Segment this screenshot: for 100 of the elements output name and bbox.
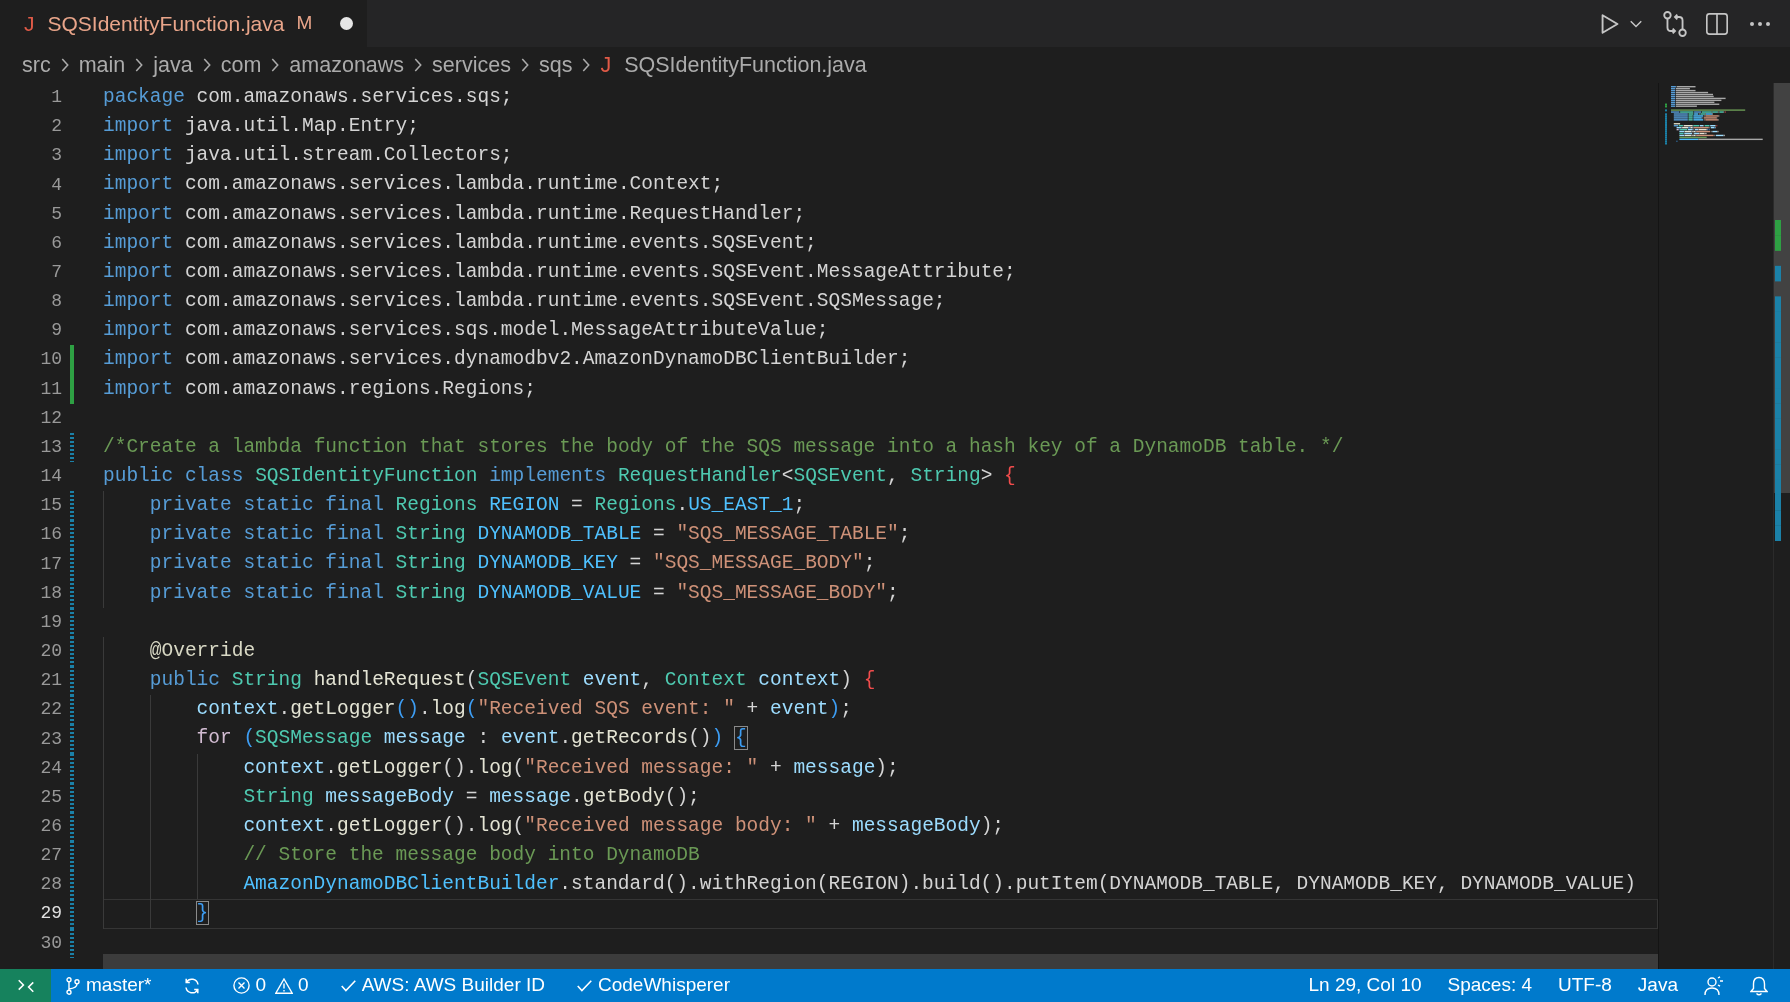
code-line: import com.amazonaws.services.dynamodbv2.AmazonDynamoDBClientBuilder; (103, 347, 911, 373)
line-number: 2 (50, 115, 62, 139)
line-number: 6 (50, 231, 62, 255)
code-line: private static final String DYNAMODB_TABLE = "SQS_MESSAGE_TABLE"; (149, 522, 911, 548)
line-number: 7 (50, 261, 62, 284)
code-line: for (SQSMessage message : event.getRecords()) { (196, 726, 747, 752)
line-number: 29 (39, 902, 62, 926)
chevron-right-icon (60, 58, 69, 72)
line-number: 17 (39, 552, 62, 576)
line-number: 5 (50, 202, 62, 226)
code-line: private static final String DYNAMODB_VALUE = "SQS_MESSAGE_BODY"; (149, 580, 899, 606)
run-icon[interactable] (1601, 13, 1619, 34)
line-number: 18 (39, 581, 62, 605)
code-line: package com.amazonaws.services.sqs; (103, 84, 513, 110)
minimap-drawing[interactable] (1665, 86, 1763, 145)
branch-icon (66, 976, 80, 995)
line-number: 12 (39, 406, 62, 430)
line-number: 23 (39, 727, 62, 751)
line-number: 4 (50, 173, 62, 197)
person-icon[interactable] (1704, 975, 1724, 996)
line-number: 14 (39, 465, 62, 489)
line-number: 9 (50, 319, 62, 343)
code-line: import com.amazonaws.services.lambda.runtime.events.SQSEvent.MessageAttribute; (103, 259, 1016, 285)
status-bar-item[interactable]: CodeWhisperer (577, 971, 730, 1000)
code-line: public class SQSIdentityFunction implements RequestHandler<SQSEvent, String> { (103, 464, 1016, 489)
code-line: import com.amazonaws.services.lambda.runtime.RequestHandler; (103, 201, 806, 227)
line-number: 25 (39, 785, 62, 809)
line-number: 28 (39, 873, 62, 897)
chevron-right-icon (271, 58, 280, 72)
line-number: 13 (39, 435, 62, 459)
chevron-right-icon (202, 58, 211, 72)
chevron-right-icon (135, 58, 144, 72)
code-line: public String handleRequest(SQSEvent event, Context context) { (149, 668, 876, 694)
breadcrumb-item[interactable]: java (153, 48, 193, 82)
horizontal-scrollbar-thumb[interactable] (103, 954, 1658, 969)
line-number: 26 (39, 815, 62, 838)
chevron-right-icon (582, 58, 591, 72)
breadcrumb-item[interactable]: main (78, 48, 126, 82)
remote-icon (17, 978, 34, 993)
bell-icon[interactable] (1750, 975, 1768, 996)
sync-icon[interactable] (183, 976, 202, 995)
status-bar-item[interactable]: Java (1637, 971, 1678, 1000)
chevron-right-icon (520, 58, 529, 72)
line-number: 19 (39, 610, 62, 634)
code-line: import com.amazonaws.services.lambda.runtime.events.SQSEvent; (103, 230, 817, 256)
line-number: 15 (39, 494, 62, 518)
code-line: import com.amazonaws.services.sqs.model.MessageAttributeValue; (103, 318, 829, 344)
status-bar-item[interactable]: UTF-8 (1558, 971, 1612, 1000)
line-number: 11 (39, 377, 62, 401)
problems-button[interactable]: 0 0 (233, 971, 309, 1000)
line-number: 24 (39, 756, 62, 780)
check-icon (340, 979, 356, 992)
branch-button[interactable]: master* (66, 971, 152, 1000)
code-line: import com.amazonaws.services.lambda.runtime.events.SQSEvent.SQSMessage; (103, 289, 946, 315)
line-number: 16 (39, 523, 62, 547)
code-line: /*Create a lambda function that stores the body of the SQS message into a hash key of a DynamoDB table. */ (103, 434, 1344, 460)
line-number: 20 (39, 640, 62, 664)
compare-icon[interactable] (1663, 10, 1687, 37)
chevron-down-icon[interactable] (1630, 19, 1642, 28)
line-number: 8 (50, 290, 62, 314)
warning-icon (275, 977, 294, 994)
code-line: context.getLogger().log("Received SQS event: " + event); (196, 697, 852, 723)
code-line: import com.amazonaws.regions.Regions; (103, 376, 536, 402)
line-number: 3 (50, 144, 62, 168)
code-line: private static final String DYNAMODB_KEY = "SQS_MESSAGE_BODY"; (149, 551, 876, 577)
split-editor-icon[interactable] (1706, 12, 1728, 35)
status-bar-item[interactable]: Spaces: 4 (1447, 971, 1533, 1000)
java-file-icon: J (600, 48, 612, 82)
code-line: import java.util.stream.Collectors; (103, 143, 513, 169)
more-icon[interactable] (1750, 21, 1770, 26)
code-line: AmazonDynamoDBClientBuilder.standard().withRegion(REGION).build().putItem(DYNAMODB_TABLE, DYNAMODB_KEY, DYNAMODB_VALUE) (243, 872, 1636, 898)
code-line: String messageBody = message.getBody(); (243, 784, 700, 810)
status-bar-item[interactable]: AWS: AWS Builder ID (340, 971, 545, 1000)
code-line: // Store the message body into DynamoDB (243, 843, 700, 868)
check-icon (577, 979, 592, 992)
git-status-label: M (296, 11, 313, 36)
line-number: 10 (39, 348, 62, 372)
line-number: 27 (39, 844, 62, 868)
breadcrumb-item[interactable]: J SQSIdentityFunction.java (600, 48, 867, 82)
code-line: import java.util.Map.Entry; (103, 114, 419, 140)
code-line: private static final Regions REGION = Regions.US_EAST_1; (149, 493, 806, 519)
java-file-icon: J (24, 7, 35, 40)
code-line: @Override (149, 638, 256, 664)
code-line: context.getLogger().log("Received message body: " + messageBody); (243, 813, 1005, 839)
remote-button[interactable] (0, 969, 51, 1002)
code-line: } (196, 901, 209, 927)
breadcrumb-item[interactable]: src (22, 48, 51, 82)
code-line: import com.amazonaws.services.lambda.runtime.Context; (103, 172, 724, 198)
breadcrumb-item[interactable]: sqs (538, 48, 573, 82)
breadcrumb-item[interactable]: com (220, 48, 262, 82)
breadcrumb-item[interactable]: amazonaws (289, 48, 405, 82)
error-icon (233, 977, 251, 994)
line-number: 21 (39, 669, 62, 693)
breadcrumb-item[interactable]: services (432, 48, 511, 82)
status-bar-item[interactable]: Ln 29, Col 10 (1308, 971, 1422, 1000)
editor-tab[interactable]: J SQSIdentityFunction.java M (0, 0, 367, 47)
code-line: context.getLogger().log("Received message: " + message); (243, 755, 899, 781)
line-number: 22 (39, 698, 62, 722)
line-number: 1 (50, 86, 62, 110)
chevron-right-icon (414, 58, 423, 72)
